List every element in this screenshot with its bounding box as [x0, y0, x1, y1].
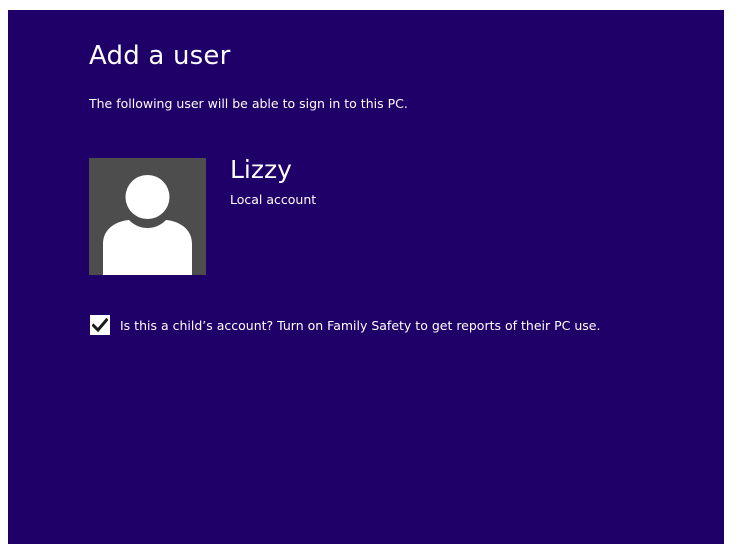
page-subtitle: The following user will be able to sign …: [89, 96, 408, 111]
page-title: Add a user: [89, 41, 231, 71]
child-account-label: Is this a child’s account? Turn on Famil…: [120, 317, 601, 333]
user-silhouette-icon: [103, 175, 192, 275]
add-user-screen: Add a user The following user will be ab…: [8, 10, 724, 544]
avatar: [89, 158, 206, 275]
child-account-checkbox[interactable]: [90, 315, 110, 335]
account-type: Local account: [230, 192, 317, 207]
user-name: Lizzy: [230, 155, 292, 184]
child-account-option[interactable]: Is this a child’s account? Turn on Famil…: [90, 314, 600, 336]
checkmark-icon: [92, 317, 108, 333]
